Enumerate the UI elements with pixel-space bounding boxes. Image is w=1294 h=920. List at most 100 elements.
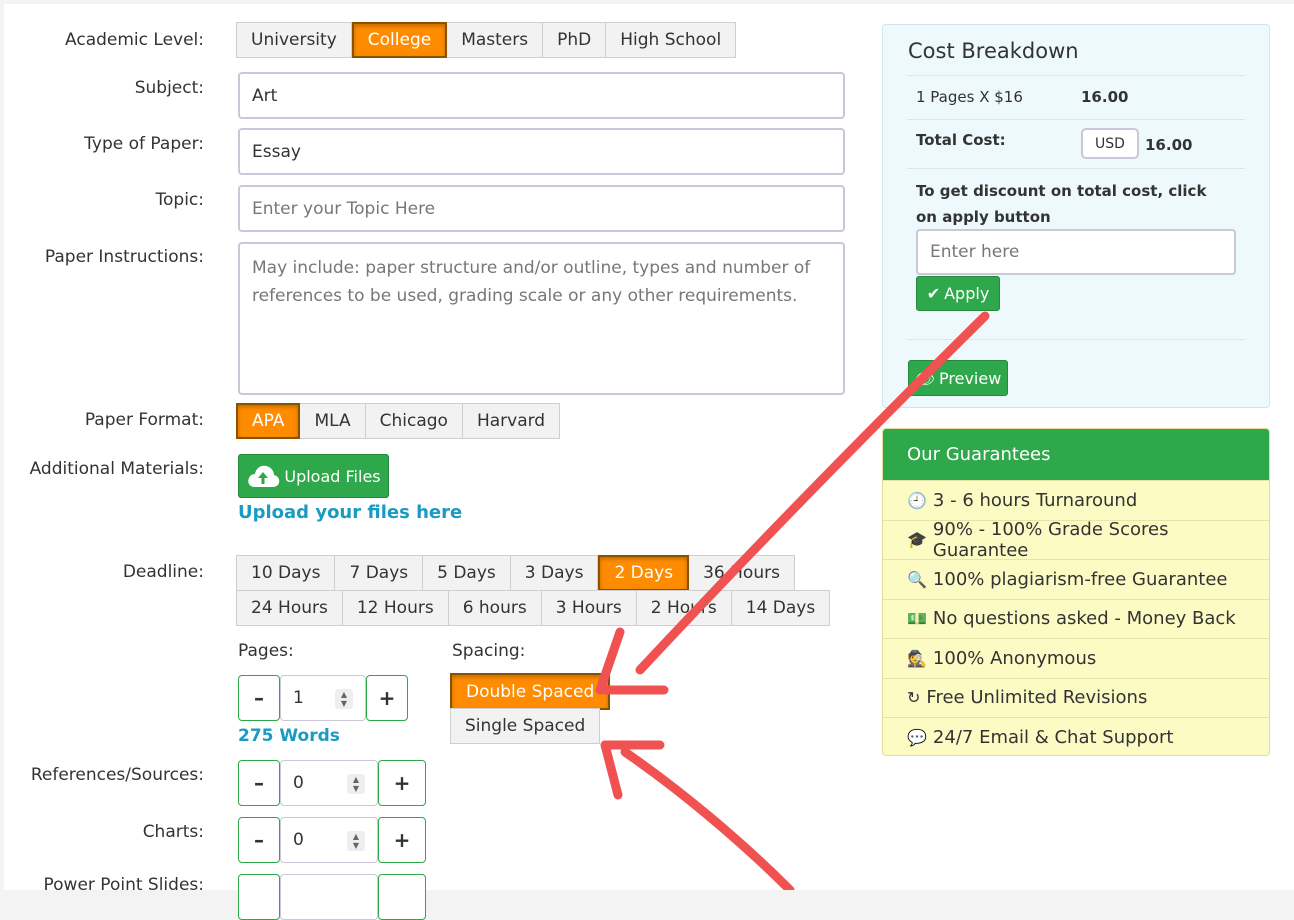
format-mla[interactable]: MLA xyxy=(300,403,366,439)
slides-minus-button[interactable] xyxy=(238,874,280,920)
apply-label: Apply xyxy=(944,284,990,303)
deadline-row-1: 10 Days 7 Days 5 Days 3 Days 2 Days 36 H… xyxy=(236,555,795,591)
guarantee-text: 100% Anonymous xyxy=(932,647,1097,669)
preview-button[interactable]: 👁 Preview xyxy=(908,360,1008,396)
total-cost-value: 16.00 xyxy=(1145,136,1193,154)
upload-files-button[interactable]: Upload Files xyxy=(238,454,389,498)
guarantees-panel: Our Guarantees 🕘 3 - 6 hours Turnaround 🎓… xyxy=(882,428,1270,756)
pages-minus-button[interactable]: – xyxy=(238,675,280,721)
subject-select[interactable]: Art xyxy=(238,72,845,119)
charts-input[interactable]: 0 ▲ ▼ xyxy=(280,817,378,863)
user-secret-icon: 🕵 xyxy=(907,648,927,668)
slides-plus-button[interactable] xyxy=(378,874,426,920)
charts-plus-button[interactable]: + xyxy=(378,817,426,863)
currency-select[interactable]: USD xyxy=(1081,128,1139,159)
level-university[interactable]: University xyxy=(236,22,352,58)
pages-label: Pages: xyxy=(238,641,294,661)
references-value: 0 xyxy=(293,773,304,793)
deadline-10-days[interactable]: 10 Days xyxy=(236,555,336,591)
references-spinner-icon[interactable]: ▲ ▼ xyxy=(347,774,365,794)
total-cost-label: Total Cost: xyxy=(916,131,1006,149)
references-label: References/Sources: xyxy=(30,765,204,785)
level-phd[interactable]: PhD xyxy=(543,22,607,58)
instructions-placeholder: May include: paper structure and/or outl… xyxy=(252,258,811,306)
deadline-14-days[interactable]: 14 Days xyxy=(731,590,831,626)
divider xyxy=(907,168,1245,169)
guarantee-item: 💵 No questions asked - Money Back xyxy=(883,598,1269,639)
money-icon: 💵 xyxy=(907,609,927,629)
guarantee-text: 100% plagiarism-free Guarantee xyxy=(932,568,1228,590)
deadline-12-hours[interactable]: 12 Hours xyxy=(342,590,449,626)
spacing-label: Spacing: xyxy=(452,641,526,661)
references-minus-button[interactable]: – xyxy=(238,760,280,806)
deadline-3-days[interactable]: 3 Days xyxy=(510,555,599,591)
level-masters[interactable]: Masters xyxy=(447,22,544,58)
pages-input[interactable]: 1 ▲ ▼ xyxy=(280,675,366,721)
deadline-6-hours[interactable]: 6 hours xyxy=(448,590,542,626)
format-chicago[interactable]: Chicago xyxy=(365,403,463,439)
discount-text: To get discount on total cost, click on … xyxy=(916,182,1207,226)
pages-plus-button[interactable]: + xyxy=(366,675,408,721)
upload-files-link[interactable]: Upload your files here xyxy=(238,502,462,523)
deadline-3-hours[interactable]: 3 Hours xyxy=(541,590,637,626)
pages-value: 1 xyxy=(293,688,304,708)
spacing-double[interactable]: Double Spaced xyxy=(450,673,611,710)
guarantee-item: 🕘 3 - 6 hours Turnaround xyxy=(883,480,1269,520)
references-plus-button[interactable]: + xyxy=(378,760,426,806)
guarantee-item: 💬 24/7 Email & Chat Support xyxy=(883,717,1269,755)
preview-label: Preview xyxy=(939,368,1002,388)
order-form-page: Academic Level: University College Maste… xyxy=(4,4,1294,920)
instructions-label: Paper Instructions: xyxy=(44,247,204,267)
charts-label: Charts: xyxy=(142,822,204,842)
deadline-24-hours[interactable]: 24 Hours xyxy=(236,590,343,626)
eye-icon: 👁 xyxy=(914,368,936,388)
format-harvard[interactable]: Harvard xyxy=(462,403,561,439)
spacing-single[interactable]: Single Spaced xyxy=(450,708,601,744)
academic-level-label: Academic Level: xyxy=(65,30,204,50)
deadline-7-days[interactable]: 7 Days xyxy=(335,555,424,591)
instructions-textarea[interactable]: May include: paper structure and/or outl… xyxy=(238,242,845,395)
guarantee-item: 🕵 100% Anonymous xyxy=(883,638,1269,678)
materials-label: Additional Materials: xyxy=(29,459,204,479)
divider xyxy=(907,75,1245,76)
format-apa[interactable]: APA xyxy=(236,403,301,439)
apply-button[interactable]: ✔ Apply xyxy=(916,276,1000,311)
pages-spinner-icon[interactable]: ▲ ▼ xyxy=(335,689,353,709)
charts-spinner-icon[interactable]: ▲ ▼ xyxy=(347,831,365,851)
upload-files-label: Upload Files xyxy=(284,466,381,486)
divider xyxy=(907,119,1245,120)
slides-input[interactable] xyxy=(280,874,378,920)
guarantee-item: 🔍 100% plagiarism-free Guarantee xyxy=(883,559,1269,599)
clock-icon: 🕘 xyxy=(907,490,927,510)
guarantee-text: 90% - 100% Grade Scores Guarantee xyxy=(932,518,1169,561)
level-high-school[interactable]: High School xyxy=(606,22,737,58)
topic-label: Topic: xyxy=(155,190,205,210)
divider xyxy=(907,339,1245,340)
discount-code-input[interactable]: Enter here xyxy=(916,229,1236,275)
check-icon: ✔ xyxy=(926,284,941,303)
cost-line-label: 1 Pages X $16 xyxy=(916,88,1023,106)
charts-stepper: – 0 ▲ ▼ + xyxy=(238,817,426,863)
cost-breakdown-title: Cost Breakdown xyxy=(908,39,1079,63)
pages-stepper: – 1 ▲ ▼ + xyxy=(238,675,408,721)
deadline-5-days[interactable]: 5 Days xyxy=(423,555,511,591)
topic-input[interactable]: Enter your Topic Here xyxy=(238,185,845,232)
guarantee-text: Free Unlimited Revisions xyxy=(926,687,1148,709)
slides-label: Power Point Slides: xyxy=(43,875,205,895)
cloud-upload-icon xyxy=(248,465,280,487)
references-input[interactable]: 0 ▲ ▼ xyxy=(280,760,378,806)
paper-format-label: Paper Format: xyxy=(84,410,204,430)
deadline-2-hours[interactable]: 2 Hours xyxy=(636,590,732,626)
type-of-paper-select[interactable]: Essay xyxy=(238,128,845,175)
subject-label: Subject: xyxy=(134,78,204,98)
charts-minus-button[interactable]: – xyxy=(238,817,280,863)
guarantees-title: Our Guarantees xyxy=(883,429,1269,480)
refresh-icon: ↻ xyxy=(907,688,921,708)
deadline-36-hours[interactable]: 36 Hours xyxy=(689,555,795,591)
deadline-2-days[interactable]: 2 Days xyxy=(598,555,690,591)
guarantee-item: ↻ Free Unlimited Revisions xyxy=(883,677,1269,718)
paper-format-group: APA MLA Chicago Harvard xyxy=(236,403,561,439)
slides-stepper xyxy=(238,874,426,920)
level-college[interactable]: College xyxy=(351,22,448,58)
guarantee-item: 🎓 90% - 100% Grade Scores Guarantee xyxy=(883,518,1269,561)
